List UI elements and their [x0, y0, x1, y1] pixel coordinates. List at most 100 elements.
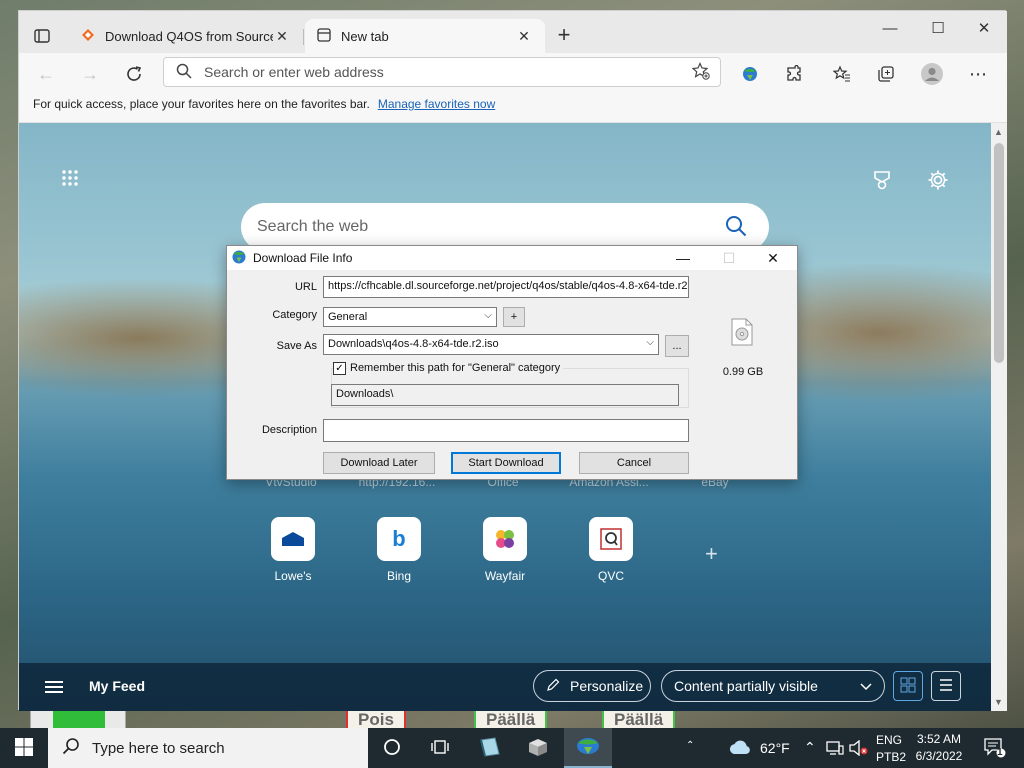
- add-favorite-icon[interactable]: [691, 61, 710, 83]
- tab-title: New tab: [341, 28, 389, 44]
- quick-link-wayfair[interactable]: Wayfair: [465, 517, 545, 583]
- content-visibility-dropdown[interactable]: Content partially visible: [661, 670, 885, 702]
- idm-extension-icon[interactable]: [735, 59, 765, 89]
- idm-app-icon: [231, 249, 247, 268]
- description-field[interactable]: [323, 419, 689, 442]
- bing-icon: b: [377, 517, 421, 561]
- task-view-button[interactable]: [416, 728, 464, 768]
- favorites-bar-message: For quick access, place your favorites h…: [33, 97, 370, 111]
- forward-button[interactable]: →: [75, 59, 105, 89]
- cortana-circle-icon: [383, 738, 401, 759]
- list-view-icon: [938, 678, 954, 695]
- dialog-title: Download File Info: [253, 251, 353, 265]
- cancel-button[interactable]: Cancel: [579, 452, 689, 474]
- personalize-label: Personalize: [570, 678, 644, 694]
- keyboard-layout[interactable]: PTB2: [876, 750, 906, 764]
- quick-link-label: Wayfair: [484, 569, 526, 583]
- chevron-down-icon: ⌵: [484, 310, 492, 321]
- save-as-select[interactable]: Downloads\q4os-4.8-x64-tde.r2.iso ⌵: [323, 334, 659, 355]
- scrollbar-thumb[interactable]: [994, 143, 1004, 363]
- network-icon[interactable]: [826, 740, 844, 759]
- dialog-titlebar: Download File Info — ☐ ✕: [227, 246, 797, 270]
- cortana-button[interactable]: [368, 728, 416, 768]
- search-icon: [176, 63, 192, 82]
- weather-temperature[interactable]: 62°F: [760, 740, 790, 756]
- dialog-close-button[interactable]: ✕: [751, 246, 795, 270]
- notebook-app-icon: [478, 736, 502, 761]
- task-view-icon: [430, 739, 450, 758]
- quick-link-qvc[interactable]: QVC: [571, 517, 651, 583]
- profile-avatar[interactable]: [917, 59, 947, 89]
- quick-link-lowes[interactable]: Lowe's: [253, 517, 333, 583]
- tab-new-tab[interactable]: New tab ✕: [305, 19, 545, 53]
- tab-title: Download Q4OS from SourceForge.net: [105, 28, 273, 44]
- extensions-icon[interactable]: [779, 59, 809, 89]
- web-search-box[interactable]: Search the web: [241, 203, 769, 251]
- quick-link-label: Bing: [386, 569, 412, 583]
- desktop-tile: Päällä: [602, 708, 676, 730]
- maximize-button[interactable]: ☐: [915, 15, 961, 45]
- taskbar-app-notebook[interactable]: [466, 728, 514, 768]
- rewards-icon[interactable]: [869, 167, 895, 193]
- volume-muted-icon[interactable]: [849, 739, 869, 759]
- web-search-input[interactable]: Search the web: [257, 218, 368, 236]
- back-button[interactable]: ←: [31, 59, 61, 89]
- language-indicator[interactable]: ENG: [876, 733, 902, 747]
- new-tab-button[interactable]: +: [553, 24, 575, 47]
- save-as-label: Save As: [276, 340, 317, 352]
- category-label: Category: [272, 309, 317, 321]
- close-window-button[interactable]: ✕: [961, 15, 1007, 45]
- collections-icon[interactable]: [871, 59, 901, 89]
- list-layout-button[interactable]: [931, 671, 961, 701]
- my-feed-title[interactable]: My Feed: [89, 678, 145, 694]
- lowes-icon: [271, 517, 315, 561]
- tab-download-q4os[interactable]: Download Q4OS from SourceForge.net ✕: [69, 19, 303, 53]
- tab-actions-icon[interactable]: [27, 22, 57, 50]
- feed-menu-icon[interactable]: [45, 681, 63, 693]
- taskbar-app-package[interactable]: [514, 728, 562, 768]
- taskbar-app-idm[interactable]: [564, 728, 612, 768]
- remember-path-label[interactable]: Remember this path for "General" categor…: [347, 362, 564, 374]
- tray-overflow-icon[interactable]: ⌃: [804, 739, 816, 756]
- taskbar: Type here to search ⌃ 62°F ⌃ ENG PTB2 3:…: [0, 728, 1024, 768]
- desktop-tile: Päällä: [474, 708, 548, 730]
- apps-launcher-icon[interactable]: [61, 169, 81, 189]
- close-tab-icon[interactable]: ✕: [515, 28, 533, 45]
- show-hidden-icons-chevron[interactable]: ⌃: [686, 740, 694, 751]
- start-download-button[interactable]: Start Download: [451, 452, 561, 474]
- page-scrollbar[interactable]: ▲ ▼: [991, 123, 1007, 711]
- page-settings-gear-icon[interactable]: [925, 167, 951, 193]
- path-field[interactable]: Downloads\: [331, 384, 679, 406]
- refresh-button[interactable]: [119, 59, 149, 89]
- clock-date[interactable]: 6/3/2022: [910, 749, 968, 763]
- save-as-value: Downloads\q4os-4.8-x64-tde.r2.iso: [328, 338, 499, 350]
- start-button[interactable]: [0, 728, 48, 768]
- search-icon[interactable]: [725, 215, 747, 242]
- grid-layout-button[interactable]: [893, 671, 923, 701]
- category-value: General: [328, 311, 368, 323]
- close-tab-icon[interactable]: ✕: [273, 28, 291, 45]
- qvc-icon: [589, 517, 633, 561]
- file-size: 0.99 GB: [722, 366, 764, 378]
- browse-button[interactable]: ...: [665, 335, 689, 357]
- weather-icon[interactable]: [728, 738, 752, 759]
- dialog-minimize-button[interactable]: —: [661, 246, 705, 270]
- remember-path-checkbox[interactable]: ✓: [333, 362, 346, 375]
- add-category-button[interactable]: +: [503, 307, 525, 327]
- address-bar[interactable]: Search or enter web address: [163, 57, 721, 87]
- quick-link-bing[interactable]: b Bing: [359, 517, 439, 583]
- clock-time[interactable]: 3:52 AM: [914, 732, 964, 746]
- category-select[interactable]: General ⌵: [323, 307, 497, 327]
- settings-menu-icon[interactable]: ⋯: [963, 59, 993, 89]
- download-later-button[interactable]: Download Later: [323, 452, 435, 474]
- taskbar-search-box[interactable]: Type here to search: [48, 728, 368, 768]
- minimize-button[interactable]: —: [867, 15, 913, 45]
- manage-favorites-link[interactable]: Manage favorites now: [378, 97, 495, 111]
- iso-file-icon: [731, 318, 753, 349]
- add-quick-link-button[interactable]: +: [705, 541, 718, 567]
- personalize-button[interactable]: Personalize: [533, 670, 651, 702]
- favorites-icon[interactable]: [827, 59, 857, 89]
- url-field[interactable]: https://cfhcable.dl.sourceforge.net/proj…: [323, 276, 689, 298]
- address-input[interactable]: Search or enter web address: [204, 64, 692, 80]
- feed-bar: My Feed Personalize Content partially vi…: [19, 663, 991, 711]
